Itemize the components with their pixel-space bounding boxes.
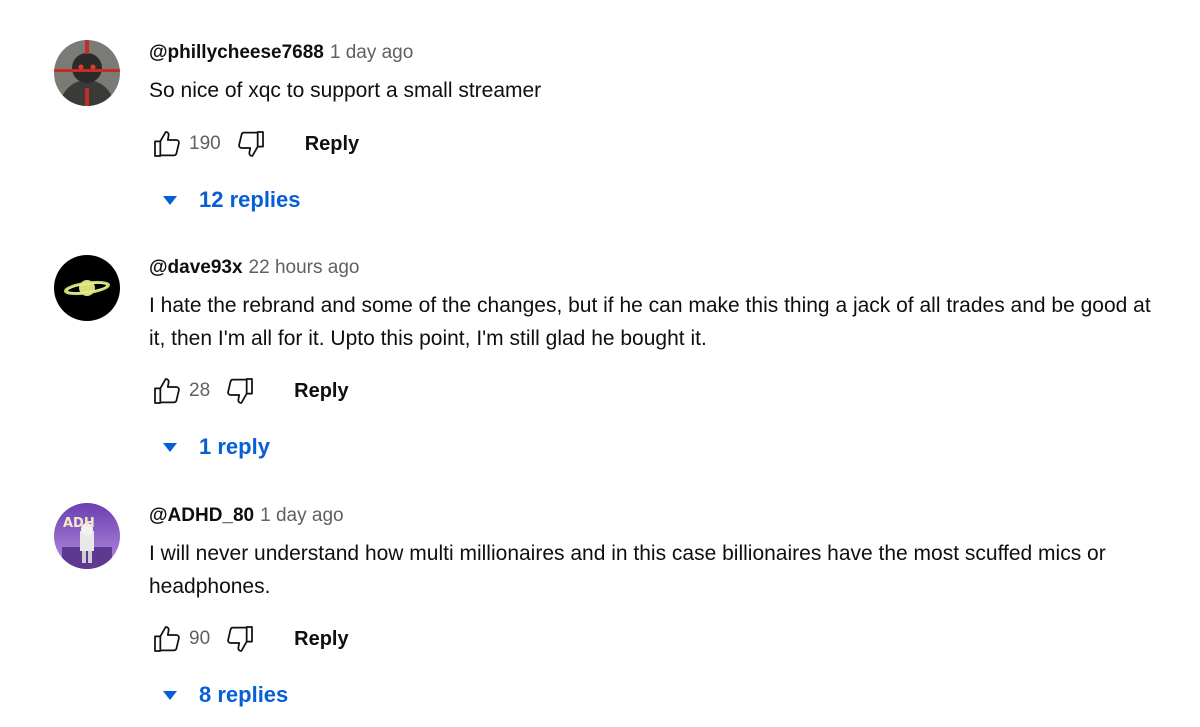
dislike-icon	[237, 131, 264, 157]
like-icon	[154, 131, 180, 157]
like-button[interactable]	[149, 621, 185, 657]
dislike-icon	[227, 626, 254, 652]
like-icon	[154, 626, 180, 652]
caret-down-icon	[163, 690, 177, 700]
avatar-image	[54, 255, 120, 321]
like-count: 28	[189, 380, 211, 401]
comment-header: @ADHD_80 1 day ago	[149, 503, 1169, 529]
view-replies-button[interactable]: 8 replies	[149, 675, 1169, 715]
like-count: 190	[189, 133, 221, 154]
comment-header: @dave93x 22 hours ago	[149, 255, 1169, 281]
comment-text: I will never understand how multi millio…	[149, 542, 1106, 598]
replies-label: 8 replies	[199, 682, 289, 707]
comment-header: @phillycheese7688 1 day ago	[149, 40, 1169, 66]
comment-time[interactable]: 22 hours ago	[249, 257, 360, 278]
reply-button[interactable]: Reply	[294, 628, 348, 651]
comment-author[interactable]: @dave93x	[149, 257, 243, 278]
avatar-image	[54, 40, 120, 106]
dislike-button[interactable]	[222, 373, 258, 409]
view-replies-button[interactable]: 1 reply	[149, 427, 1169, 467]
avatar[interactable]	[54, 255, 120, 321]
comment-text: I hate the rebrand and some of the chang…	[149, 294, 1151, 350]
caret-down-icon	[163, 442, 177, 452]
avatar[interactable]	[54, 40, 120, 106]
comment-text: So nice of xqc to support a small stream…	[149, 79, 542, 102]
avatar-text: ADH	[63, 516, 95, 531]
avatar-image: ADH	[54, 503, 120, 569]
dislike-button[interactable]	[222, 621, 258, 657]
comment-actions: 28 Reply	[149, 371, 1169, 411]
like-icon	[154, 378, 180, 404]
comment-author[interactable]: @ADHD_80	[149, 505, 254, 526]
view-replies-button[interactable]: 12 replies	[149, 180, 1169, 220]
like-count: 90	[189, 628, 211, 649]
reply-button[interactable]: Reply	[305, 133, 359, 156]
comment-body: @dave93x 22 hours ago I hate the rebrand …	[149, 255, 1169, 467]
comment-actions: 90 Reply	[149, 619, 1169, 659]
reply-button[interactable]: Reply	[294, 380, 348, 403]
replies-label: 1 reply	[199, 434, 270, 459]
replies-label: 12 replies	[199, 187, 301, 212]
comment-body: @ADHD_80 1 day ago I will never understan…	[149, 503, 1169, 715]
dislike-icon	[227, 378, 254, 404]
dislike-button[interactable]	[233, 126, 269, 162]
comment-time[interactable]: 1 day ago	[260, 505, 343, 526]
comment-body: @phillycheese7688 1 day ago So nice of xq…	[149, 40, 1169, 220]
like-button[interactable]	[149, 373, 185, 409]
comment-author[interactable]: @phillycheese7688	[149, 42, 324, 63]
comment-time[interactable]: 1 day ago	[330, 42, 413, 63]
comment-actions: 190 Reply	[149, 124, 1169, 164]
avatar[interactable]: ADH	[54, 503, 120, 569]
caret-down-icon	[163, 195, 177, 205]
like-button[interactable]	[149, 126, 185, 162]
